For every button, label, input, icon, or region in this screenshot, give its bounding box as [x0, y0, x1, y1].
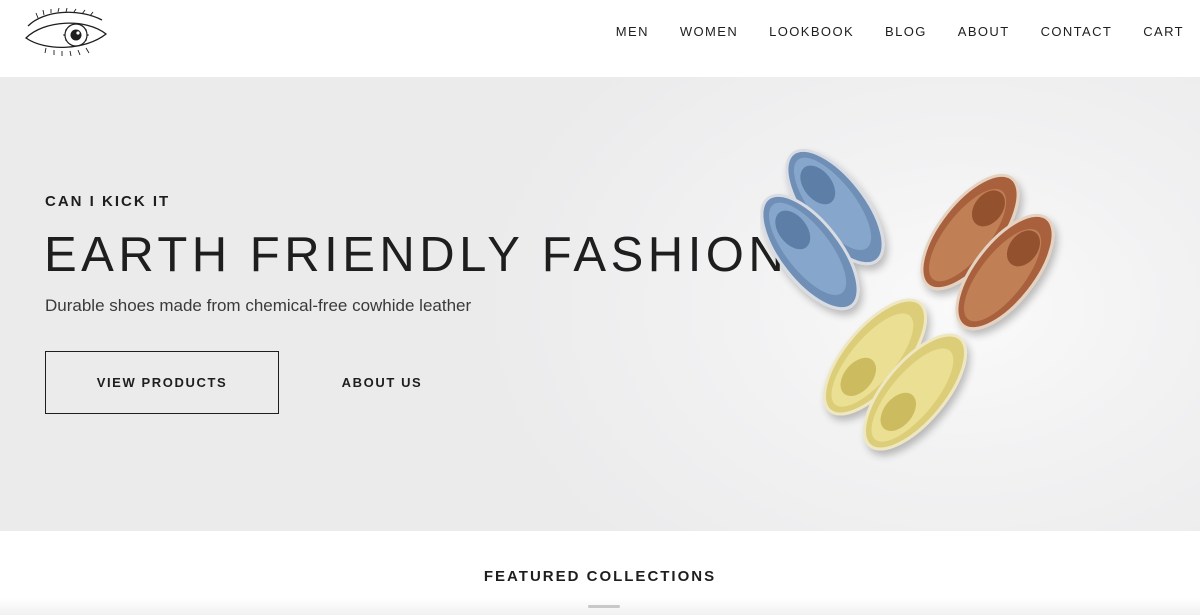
scroll-indicator[interactable] — [588, 605, 620, 608]
featured-collections-heading: FEATURED COLLECTIONS — [483, 568, 717, 585]
hero-eyebrow: CAN I KICK IT — [45, 193, 171, 210]
colored-leather-shoes-photo — [760, 148, 1055, 451]
site-header: MEN WOMEN LOOKBOOK BLOG ABOUT CONTACT CA… — [0, 0, 1200, 78]
nav-women[interactable]: WOMEN — [680, 22, 738, 41]
hero-headline: EARTH FRIENDLY FASHION — [44, 228, 789, 282]
view-products-button[interactable]: VIEW PRODUCTS — [45, 351, 279, 414]
nav-blog[interactable]: BLOG — [885, 22, 927, 41]
nav-men[interactable]: MEN — [616, 22, 649, 41]
nav-lookbook[interactable]: LOOKBOOK — [769, 22, 854, 41]
brown-shoe-pair — [920, 173, 1055, 331]
hero-banner: CAN I KICK IT EARTH FRIENDLY FASHION Dur… — [0, 77, 1200, 531]
nav-about[interactable]: ABOUT — [958, 22, 1010, 41]
main-nav: MEN WOMEN LOOKBOOK BLOG ABOUT CONTACT CA… — [585, 22, 1184, 41]
nav-cart[interactable]: CART — [1143, 22, 1184, 41]
about-us-button[interactable]: ABOUT US — [320, 351, 444, 414]
hero-subhead: Durable shoes made from chemical-free co… — [45, 296, 472, 315]
eye-logo-icon[interactable] — [24, 8, 110, 56]
nav-contact[interactable]: CONTACT — [1041, 22, 1113, 41]
blue-shoe-pair — [760, 148, 885, 311]
